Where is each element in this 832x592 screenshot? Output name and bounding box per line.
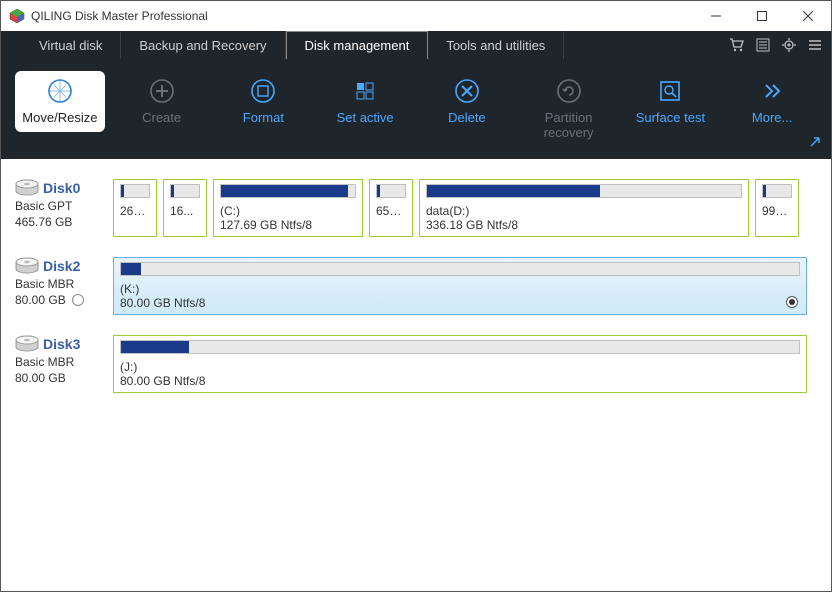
cart-icon[interactable] bbox=[729, 37, 745, 53]
partition-meta: 995... bbox=[762, 204, 792, 218]
partition-usage-bar bbox=[120, 340, 800, 354]
create-button: Create bbox=[117, 71, 207, 132]
window-title: QILING Disk Master Professional bbox=[31, 9, 693, 23]
disk-info: Disk3 Basic MBR 80.00 GB bbox=[15, 335, 107, 393]
disk-size: 465.76 GB bbox=[15, 215, 72, 229]
disk-info: Disk0 Basic GPT 465.76 GB bbox=[15, 179, 107, 237]
list-icon[interactable] bbox=[755, 37, 771, 53]
partition[interactable]: (J:)80.00 GB Ntfs/8 bbox=[113, 335, 807, 393]
surface-test-button[interactable]: Surface test bbox=[626, 71, 716, 132]
partition[interactable]: (C:)127.69 GB Ntfs/8 bbox=[213, 179, 363, 237]
minimize-button[interactable] bbox=[693, 1, 739, 31]
partition[interactable]: 16... bbox=[163, 179, 207, 237]
more-button[interactable]: More... bbox=[727, 71, 817, 132]
disk-row: Disk0 Basic GPT 465.76 GB 260... 16... (C:)12… bbox=[15, 179, 817, 237]
partition-meta: 260... bbox=[120, 204, 150, 218]
partition[interactable]: (K:)80.00 GB Ntfs/8 bbox=[113, 257, 807, 315]
partition-usage-bar bbox=[762, 184, 792, 198]
disk-list: Disk0 Basic GPT 465.76 GB 260... 16... (C:)12… bbox=[1, 159, 831, 591]
move-resize-button[interactable]: Move/Resize bbox=[15, 71, 105, 132]
partition-meta: 653... bbox=[376, 204, 406, 218]
partition[interactable]: data(D:)336.18 GB Ntfs/8 bbox=[419, 179, 749, 237]
partition-meta: 336.18 GB Ntfs/8 bbox=[426, 218, 742, 232]
delete-button[interactable]: Delete bbox=[422, 71, 512, 132]
app-logo-icon bbox=[9, 8, 25, 24]
gear-icon[interactable] bbox=[781, 37, 797, 53]
expand-icon[interactable] bbox=[809, 135, 821, 153]
disk-size: 80.00 GB bbox=[15, 293, 66, 307]
disk-size: 80.00 GB bbox=[15, 371, 66, 385]
partition[interactable]: 653... bbox=[369, 179, 413, 237]
partition-usage-bar bbox=[426, 184, 742, 198]
disk-row: Disk2 Basic MBR 80.00 GB (K:)80.00 GB Ntfs/… bbox=[15, 257, 817, 315]
disk-row: Disk3 Basic MBR 80.00 GB (J:)80.00 GB Ntfs/… bbox=[15, 335, 817, 393]
disk-name: Disk2 bbox=[43, 258, 80, 274]
partition-meta: 80.00 GB Ntfs/8 bbox=[120, 296, 800, 310]
close-button[interactable] bbox=[785, 1, 831, 31]
partition-radio[interactable] bbox=[786, 296, 798, 308]
tab-tools-utilities[interactable]: Tools and utilities bbox=[428, 31, 564, 59]
tab-disk-management[interactable]: Disk management bbox=[286, 31, 429, 59]
partition-label: (J:) bbox=[120, 360, 800, 374]
disk-type: Basic MBR bbox=[15, 277, 74, 291]
toolbar: Move/Resize Create Format Set active Del… bbox=[1, 59, 831, 159]
tab-virtual-disk[interactable]: Virtual disk bbox=[21, 31, 121, 59]
set-active-button[interactable]: Set active bbox=[320, 71, 410, 132]
disk-type: Basic MBR bbox=[15, 355, 74, 369]
partition-meta: 16... bbox=[170, 204, 200, 218]
partition-usage-bar bbox=[220, 184, 356, 198]
partition-usage-bar bbox=[120, 262, 800, 276]
disk-name: Disk3 bbox=[43, 336, 80, 352]
format-button[interactable]: Format bbox=[219, 71, 309, 132]
partition[interactable]: 260... bbox=[113, 179, 157, 237]
tab-backup-recovery[interactable]: Backup and Recovery bbox=[121, 31, 285, 59]
maximize-button[interactable] bbox=[739, 1, 785, 31]
disk-radio[interactable] bbox=[72, 294, 84, 306]
partition-recovery-button: Partition recovery bbox=[524, 71, 614, 147]
disk-type: Basic GPT bbox=[15, 199, 72, 213]
disk-info: Disk2 Basic MBR 80.00 GB bbox=[15, 257, 107, 315]
menu-icon[interactable] bbox=[807, 37, 823, 53]
partition-usage-bar bbox=[376, 184, 406, 198]
partition-label: (K:) bbox=[120, 282, 800, 296]
partition[interactable]: 995... bbox=[755, 179, 799, 237]
disk-name: Disk0 bbox=[43, 180, 80, 196]
main-tabs: Virtual disk Backup and Recovery Disk ma… bbox=[1, 31, 831, 59]
partition-usage-bar bbox=[170, 184, 200, 198]
partition-label: data(D:) bbox=[426, 204, 742, 218]
partition-usage-bar bbox=[120, 184, 150, 198]
partition-meta: 127.69 GB Ntfs/8 bbox=[220, 218, 356, 232]
partition-meta: 80.00 GB Ntfs/8 bbox=[120, 374, 800, 388]
partition-label: (C:) bbox=[220, 204, 356, 218]
titlebar: QILING Disk Master Professional bbox=[1, 1, 831, 31]
